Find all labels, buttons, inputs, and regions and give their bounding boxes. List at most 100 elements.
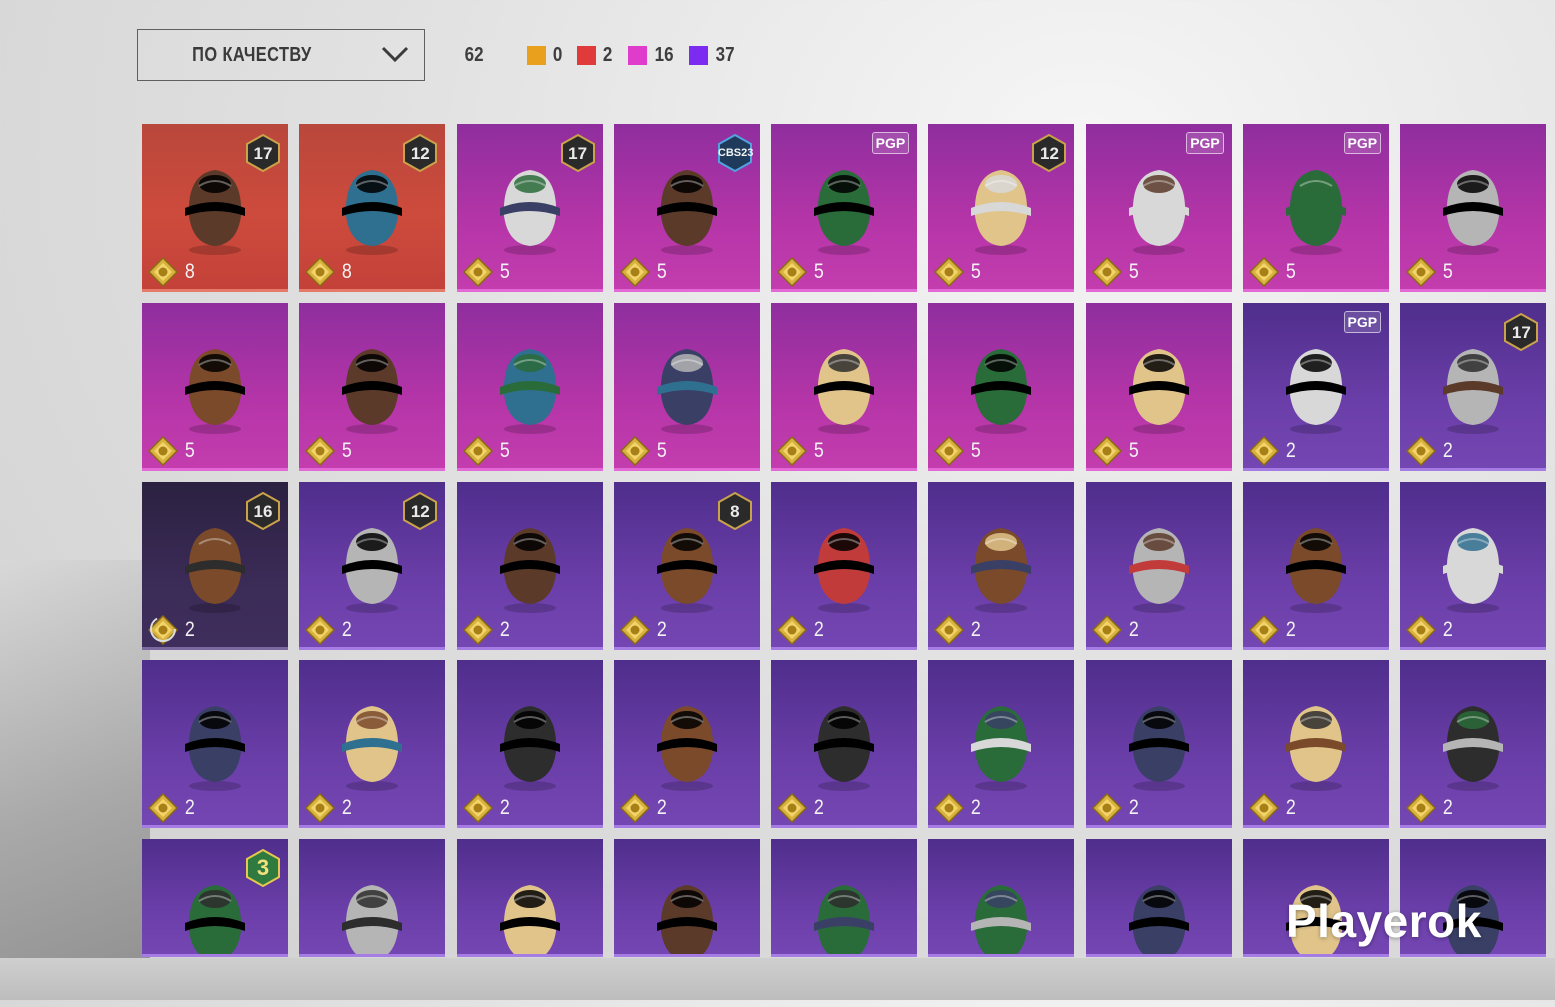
count-value: 0 [553,43,563,66]
background-hills [0,560,150,1000]
inventory-item[interactable]: 3 [142,839,288,958]
item-price: 2 [305,614,353,646]
inventory-item[interactable]: 2 [928,481,1075,650]
black-gold-cap-icon [961,861,1041,955]
coin-icon [777,614,808,645]
inventory-item[interactable]: 2 [1400,660,1547,829]
inventory-item[interactable]: PGP 5 [1085,124,1232,292]
item-price-value: 5 [1128,260,1139,283]
inventory-item[interactable]: 2 [456,660,603,829]
item-price-value: 2 [342,617,353,641]
item-price: 2 [1406,792,1454,824]
item-price: 2 [1406,435,1454,467]
coin-icon [147,256,179,288]
count-value: 37 [715,43,735,66]
event-tag: PGP [1343,310,1382,333]
inventory-item[interactable]: 5 [928,302,1075,471]
level-badge: 17 [560,133,595,173]
coin-icon [619,256,650,288]
sort-dropdown[interactable]: ПО КАЧЕСТВУ [137,29,425,81]
sort-dropdown-label: ПО КАЧЕСТВУ [192,43,312,66]
item-price-value: 5 [1443,260,1454,283]
item-price-value: 5 [971,438,982,462]
item-price: 2 [147,792,196,824]
inventory-item[interactable]: 2 [771,660,918,829]
rooster-mask-icon [490,325,570,443]
inventory-item[interactable]: 16 2 [142,481,288,650]
inventory-item[interactable] [771,839,918,958]
item-price: 5 [934,435,982,467]
inventory-item[interactable]: 12 2 [299,481,446,650]
blonde-wavy-hair-icon [1276,504,1356,622]
item-price: 2 [1249,792,1297,824]
inventory-item[interactable] [299,839,446,958]
item-price-value: 2 [1285,617,1296,641]
inventory-item[interactable]: 2 [456,481,603,650]
coin-icon [1406,793,1437,824]
tiara-hair-icon [1433,325,1513,443]
inventory-item[interactable] [928,839,1075,958]
item-price: 5 [1091,435,1140,467]
inventory-item[interactable]: 2 [613,660,760,829]
inventory-item[interactable]: 5 [1085,302,1232,471]
inventory-item[interactable]: 12 5 [928,124,1075,292]
inventory-item[interactable]: 2 [1243,481,1390,650]
inventory-item[interactable]: 5 [299,302,446,471]
headlamp-icon [647,861,727,955]
white-shark-hat-icon [1276,682,1356,800]
inventory-item[interactable]: 8 2 [613,481,760,650]
inventory-item[interactable]: 2 [142,660,288,829]
item-price: 5 [619,256,668,288]
llama-mask-icon [1119,146,1199,264]
item-grid: 17 8 12 8 17 5 CBS23 5 PGP 5 12 5 PGP 5 … [142,124,1547,1007]
inventory-item[interactable]: PGP 5 [1243,124,1390,292]
inventory-item[interactable] [613,839,760,958]
inventory-item[interactable]: 2 [1085,481,1232,650]
inventory-item[interactable]: 5 [771,302,918,471]
flower-crown-white-icon [175,861,255,955]
inventory-item[interactable]: 5 [142,302,288,471]
inventory-item[interactable]: 5 [1400,124,1547,292]
pattern-cap-icon [804,146,884,264]
item-price-value: 2 [342,796,353,820]
inventory-item[interactable]: 17 2 [1400,302,1547,471]
level-badge-text: 17 [568,144,588,163]
inventory-item[interactable]: PGP 2 [1243,302,1390,471]
coin-icon [462,435,493,466]
coin-icon [147,435,179,466]
coin-icon [619,614,650,645]
count-value: 2 [603,43,613,66]
inventory-item[interactable] [1085,839,1232,958]
level-badge-text: 16 [253,501,273,521]
coin-icon [777,435,808,466]
inventory-item[interactable]: PGP 5 [771,124,918,292]
goggles-hair-icon [961,504,1041,622]
item-price-value: 5 [1285,260,1296,283]
white-cap-icon [804,504,884,622]
inventory-item[interactable]: 2 [1085,660,1232,829]
inventory-item[interactable]: 2 [928,660,1075,829]
coin-icon [1249,614,1280,645]
inventory-item[interactable]: 12 8 [299,124,446,292]
inventory-item[interactable] [456,839,603,958]
item-price-value: 2 [814,617,824,641]
level-badge: 17 [1504,312,1539,351]
coin-icon [1091,614,1122,645]
watermark-logo: Playerok [1286,895,1482,947]
orange-quality-swatch [527,45,547,65]
inventory-item[interactable]: 2 [1400,481,1547,650]
inventory-item[interactable]: 5 [456,302,603,471]
item-price-value: 2 [656,796,667,820]
item-price-value: 2 [1443,796,1454,820]
pink-quality-swatch [627,45,647,65]
inventory-item[interactable]: CBS23 5 [613,124,760,292]
inventory-item[interactable]: 2 [299,660,446,829]
inventory-item[interactable]: 2 [771,481,918,650]
black-mask-icon [490,682,570,800]
inventory-item[interactable]: 17 5 [456,124,603,292]
item-price: 5 [1249,256,1297,288]
item-price-value: 5 [1128,438,1139,462]
inventory-item[interactable]: 17 8 [142,124,288,292]
inventory-item[interactable]: 2 [1243,660,1390,829]
inventory-item[interactable]: 5 [613,302,760,471]
